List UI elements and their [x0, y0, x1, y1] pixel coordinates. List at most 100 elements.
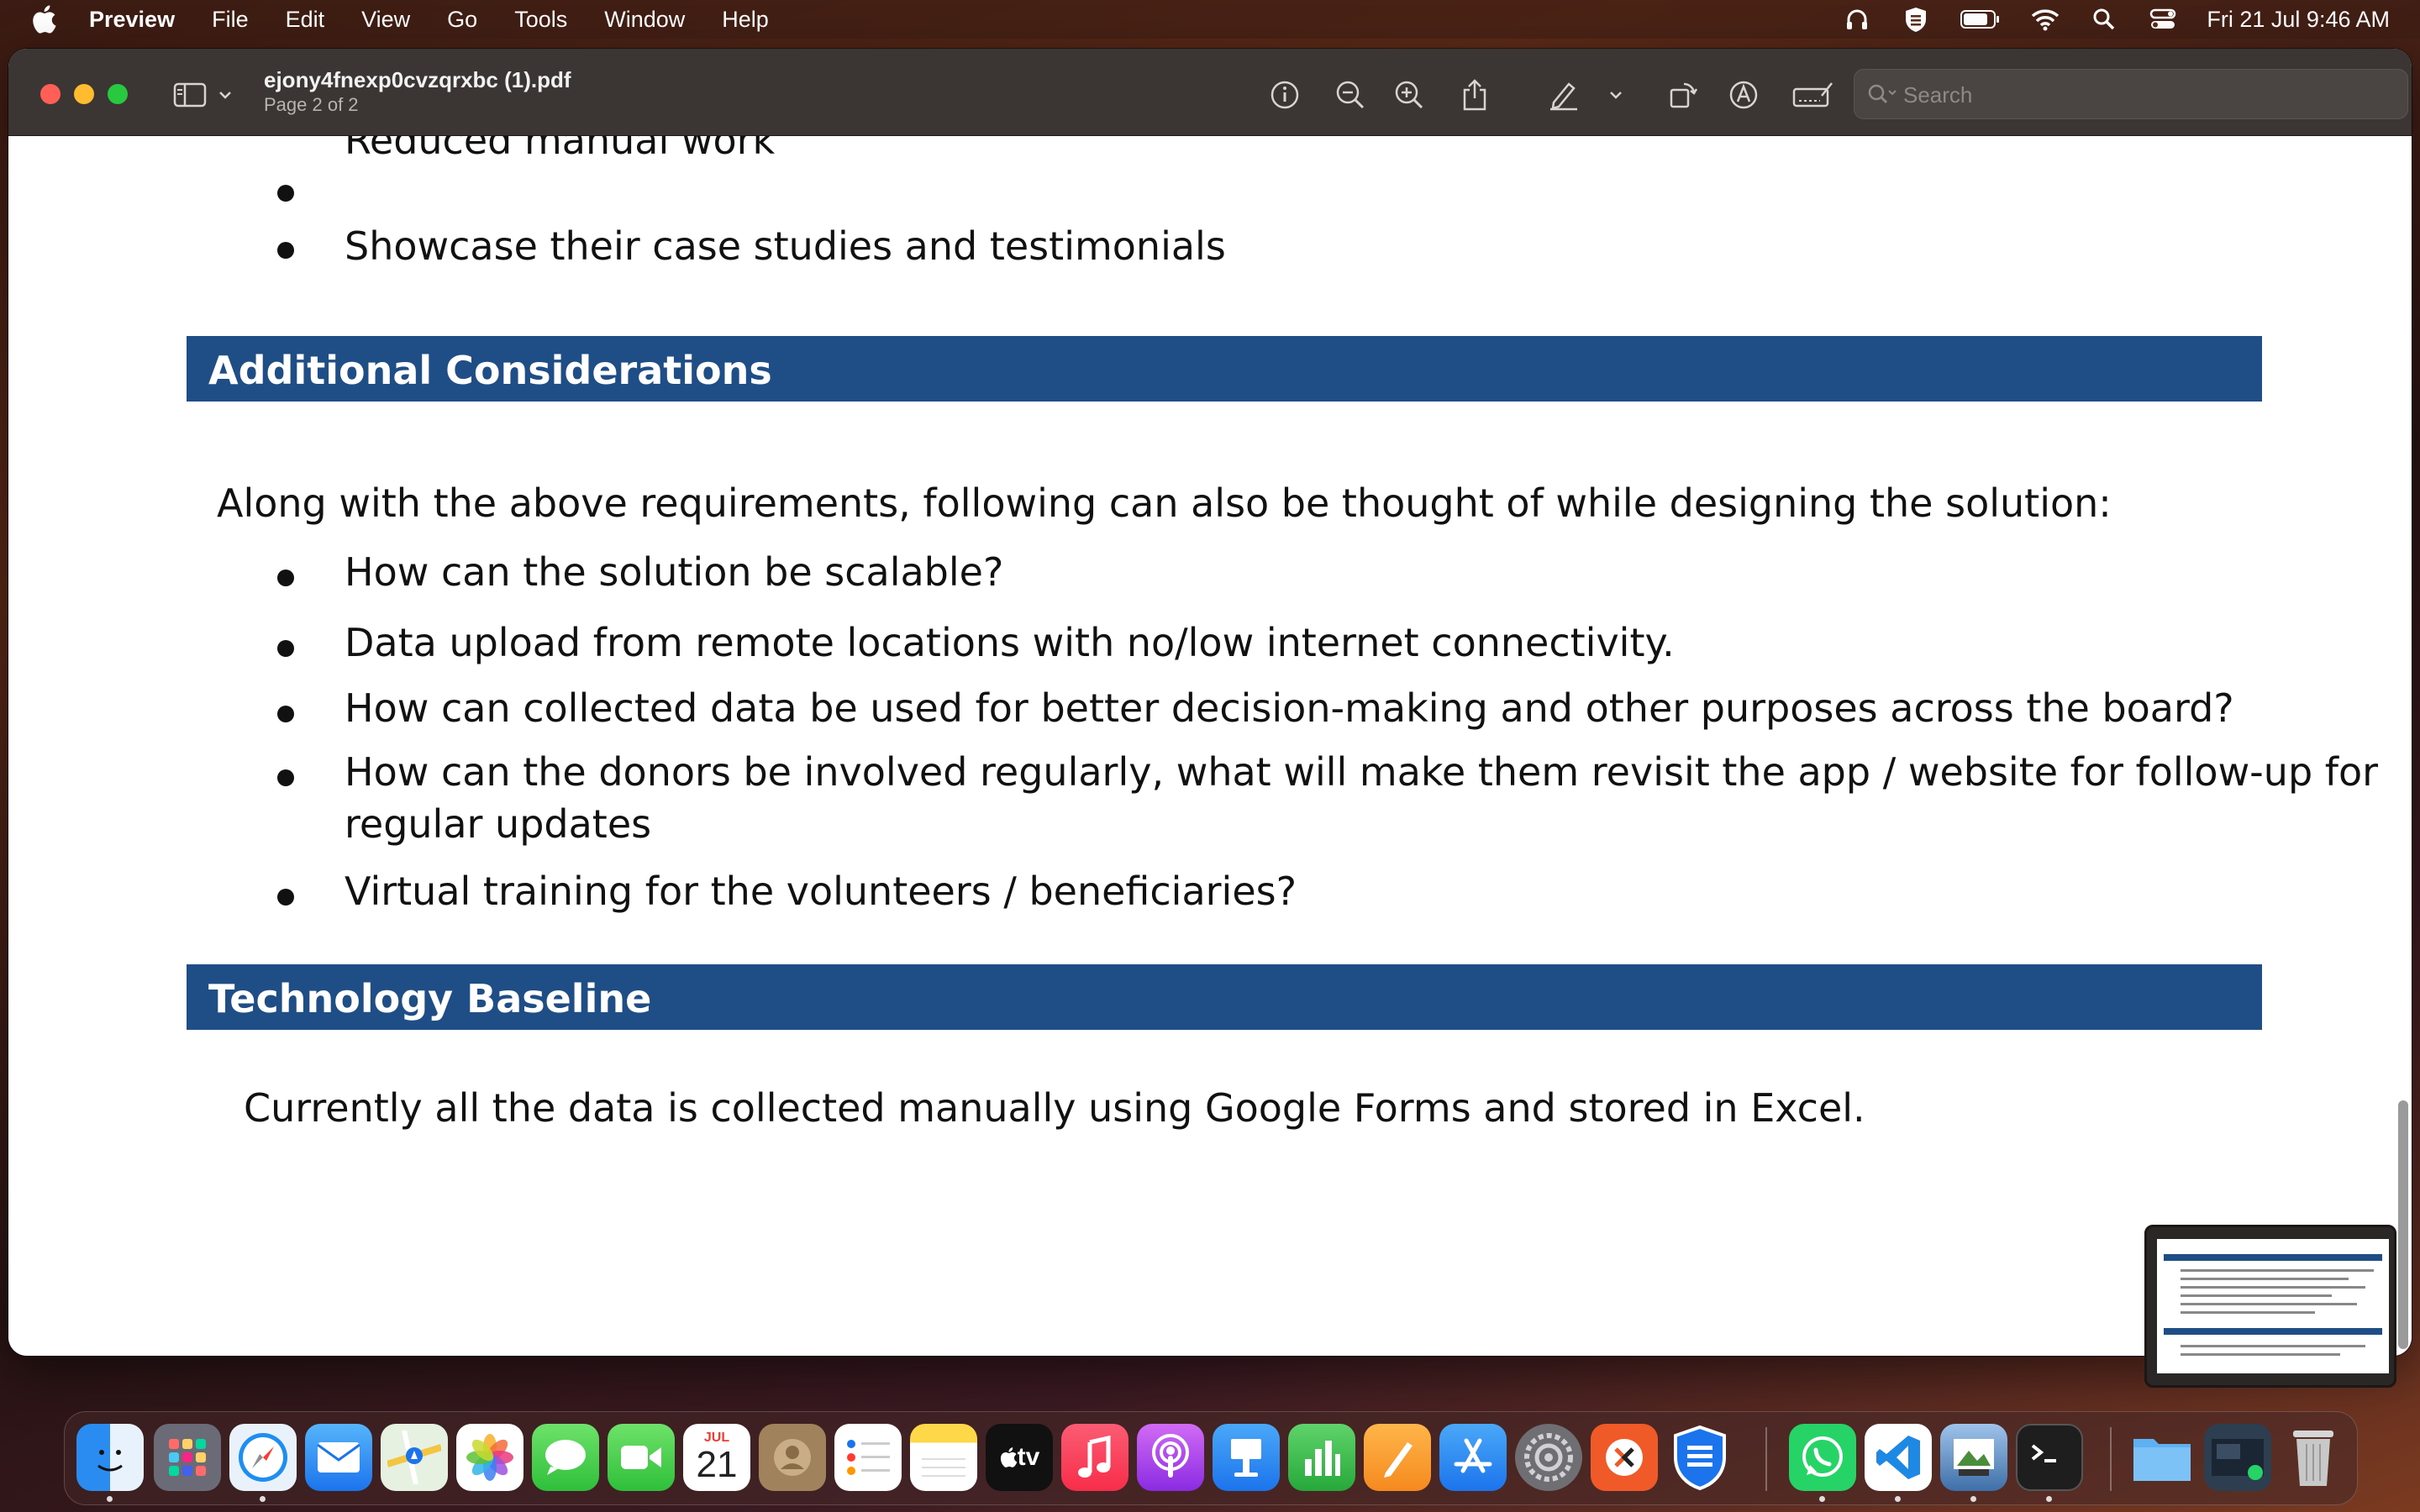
sidebar-toggle-button[interactable] — [173, 81, 245, 109]
section-intro-paragraph: Along with the above requirements, follo… — [217, 480, 2112, 526]
bullet-point — [277, 242, 294, 259]
bullet-text: Data upload from remote locations with n… — [345, 620, 1675, 665]
headphones-icon[interactable] — [1842, 4, 1872, 34]
thumbnail-line — [2181, 1353, 2340, 1356]
whatsapp-icon[interactable] — [1789, 1424, 1856, 1491]
podcasts-icon[interactable] — [1137, 1424, 1204, 1491]
bullet-text: How can the donors be involved regularly… — [345, 749, 2379, 795]
screenshot-thumbnail[interactable] — [2144, 1225, 2396, 1388]
vpn-shield-icon[interactable] — [1901, 4, 1931, 34]
bullet-point — [277, 889, 294, 906]
technology-baseline-paragraph: Currently all the data is collected manu… — [244, 1085, 1865, 1131]
trash-icon[interactable] — [2280, 1424, 2347, 1491]
markup-pen-icon[interactable] — [1544, 76, 1583, 114]
zoom-out-icon[interactable] — [1331, 76, 1370, 114]
bullet-point — [277, 185, 294, 202]
preview-window: ejony4fnexp0cvzqrxbc (1).pdf Page 2 of 2 — [8, 49, 2412, 1356]
mail-icon[interactable] — [305, 1424, 372, 1491]
sidebar-icon — [173, 82, 207, 108]
pdf-page[interactable]: Reduced manual work Showcase their case … — [8, 136, 2412, 1356]
keynote-icon[interactable] — [1213, 1424, 1280, 1491]
bullet-partial-text: Reduced manual work — [345, 136, 776, 163]
minimize-window-button[interactable] — [74, 84, 94, 104]
bullet-point — [277, 570, 294, 586]
recent-window-thumbnail-icon[interactable] — [2204, 1424, 2271, 1491]
bullet-text: Showcase their case studies and testimon… — [345, 223, 1226, 269]
photos-icon[interactable] — [456, 1424, 523, 1491]
section-heading: Technology Baseline — [208, 976, 652, 1021]
info-icon[interactable] — [1265, 76, 1304, 114]
form-fill-icon[interactable] — [1790, 76, 1837, 114]
thumbnail-line — [2181, 1294, 2332, 1297]
thumbnail-line — [2181, 1278, 2349, 1280]
markup-chevron-down-icon[interactable] — [1603, 76, 1628, 114]
contacts-icon[interactable] — [759, 1424, 826, 1491]
bullet-text: How can the solution be scalable? — [345, 549, 1004, 595]
music-icon[interactable] — [1061, 1424, 1128, 1491]
apple-icon[interactable] — [30, 4, 57, 34]
share-icon[interactable] — [1455, 76, 1494, 114]
search-input[interactable] — [1903, 78, 2391, 112]
bullet-text: Virtual training for the volunteers / be… — [345, 869, 1297, 914]
running-indicator — [260, 1496, 266, 1502]
menu-clock[interactable]: Fri 21 Jul 9:46 AM — [2207, 7, 2390, 33]
thumbnail-line — [2181, 1345, 2365, 1347]
remote-desktop-icon[interactable] — [1591, 1424, 1658, 1491]
menu-window[interactable]: Window — [604, 7, 685, 33]
bullet-text: How can collected data be used for bette… — [345, 685, 2234, 731]
running-indicator — [107, 1496, 113, 1502]
dock-separator — [1765, 1427, 1767, 1491]
downloads-folder-icon[interactable] — [2128, 1424, 2196, 1491]
rotate-icon[interactable] — [1664, 76, 1702, 114]
facetime-icon[interactable] — [608, 1424, 675, 1491]
reminders-icon[interactable] — [834, 1424, 902, 1491]
preview-app-icon[interactable] — [1940, 1424, 2007, 1491]
app-store-icon[interactable] — [1439, 1424, 1507, 1491]
menu-edit[interactable]: Edit — [286, 7, 325, 33]
menu-help[interactable]: Help — [722, 7, 769, 33]
battery-icon[interactable] — [1960, 4, 2002, 34]
spotlight-search-icon[interactable] — [2089, 4, 2119, 34]
wifi-icon[interactable] — [2030, 4, 2060, 34]
finder-icon[interactable] — [76, 1424, 144, 1491]
maps-icon[interactable] — [381, 1424, 448, 1491]
pages-icon[interactable] — [1364, 1424, 1431, 1491]
menu-tools[interactable]: Tools — [514, 7, 567, 33]
apple-logo-icon — [1000, 1447, 1018, 1467]
thumbnail-line — [2181, 1303, 2357, 1305]
vertical-scrollbar[interactable] — [2398, 1100, 2408, 1349]
menu-app-name[interactable]: Preview — [89, 7, 175, 33]
system-settings-icon[interactable] — [1515, 1424, 1582, 1491]
messages-icon[interactable] — [532, 1424, 599, 1491]
running-indicator — [1970, 1496, 1976, 1502]
calendar-icon[interactable]: JUL 21 — [683, 1424, 750, 1491]
section-header-additional-considerations: Additional Considerations — [187, 336, 2262, 402]
numbers-icon[interactable] — [1288, 1424, 1355, 1491]
zoom-window-button[interactable] — [108, 84, 128, 104]
notes-icon[interactable] — [910, 1424, 977, 1491]
apple-tv-icon[interactable]: tv — [986, 1424, 1053, 1491]
launchpad-icon[interactable] — [154, 1424, 221, 1491]
thumbnail-line — [2181, 1269, 2374, 1272]
terminal-icon[interactable] — [2016, 1424, 2083, 1491]
section-header-technology-baseline: Technology Baseline — [187, 964, 2262, 1030]
menu-view[interactable]: View — [361, 7, 410, 33]
vscode-icon[interactable] — [1865, 1424, 1932, 1491]
thumbnail-section-bar — [2164, 1328, 2382, 1335]
document-page-indicator: Page 2 of 2 — [264, 94, 359, 115]
menu-file[interactable]: File — [212, 7, 249, 33]
running-indicator — [2046, 1496, 2052, 1502]
bullet-text-continuation: regular updates — [345, 801, 652, 847]
control-center-icon[interactable] — [2148, 4, 2178, 34]
vpn-shield-app-icon[interactable] — [1666, 1424, 1733, 1491]
safari-icon[interactable] — [229, 1424, 297, 1491]
bullet-point — [277, 640, 294, 657]
search-field[interactable] — [1854, 69, 2408, 119]
menu-go[interactable]: Go — [447, 7, 477, 33]
annotate-icon[interactable] — [1724, 76, 1763, 114]
close-window-button[interactable] — [40, 84, 60, 104]
calendar-day: 21 — [696, 1444, 738, 1485]
zoom-in-icon[interactable] — [1390, 76, 1428, 114]
apple-tv-label: tv — [1017, 1443, 1040, 1471]
bullet-point — [277, 769, 294, 786]
